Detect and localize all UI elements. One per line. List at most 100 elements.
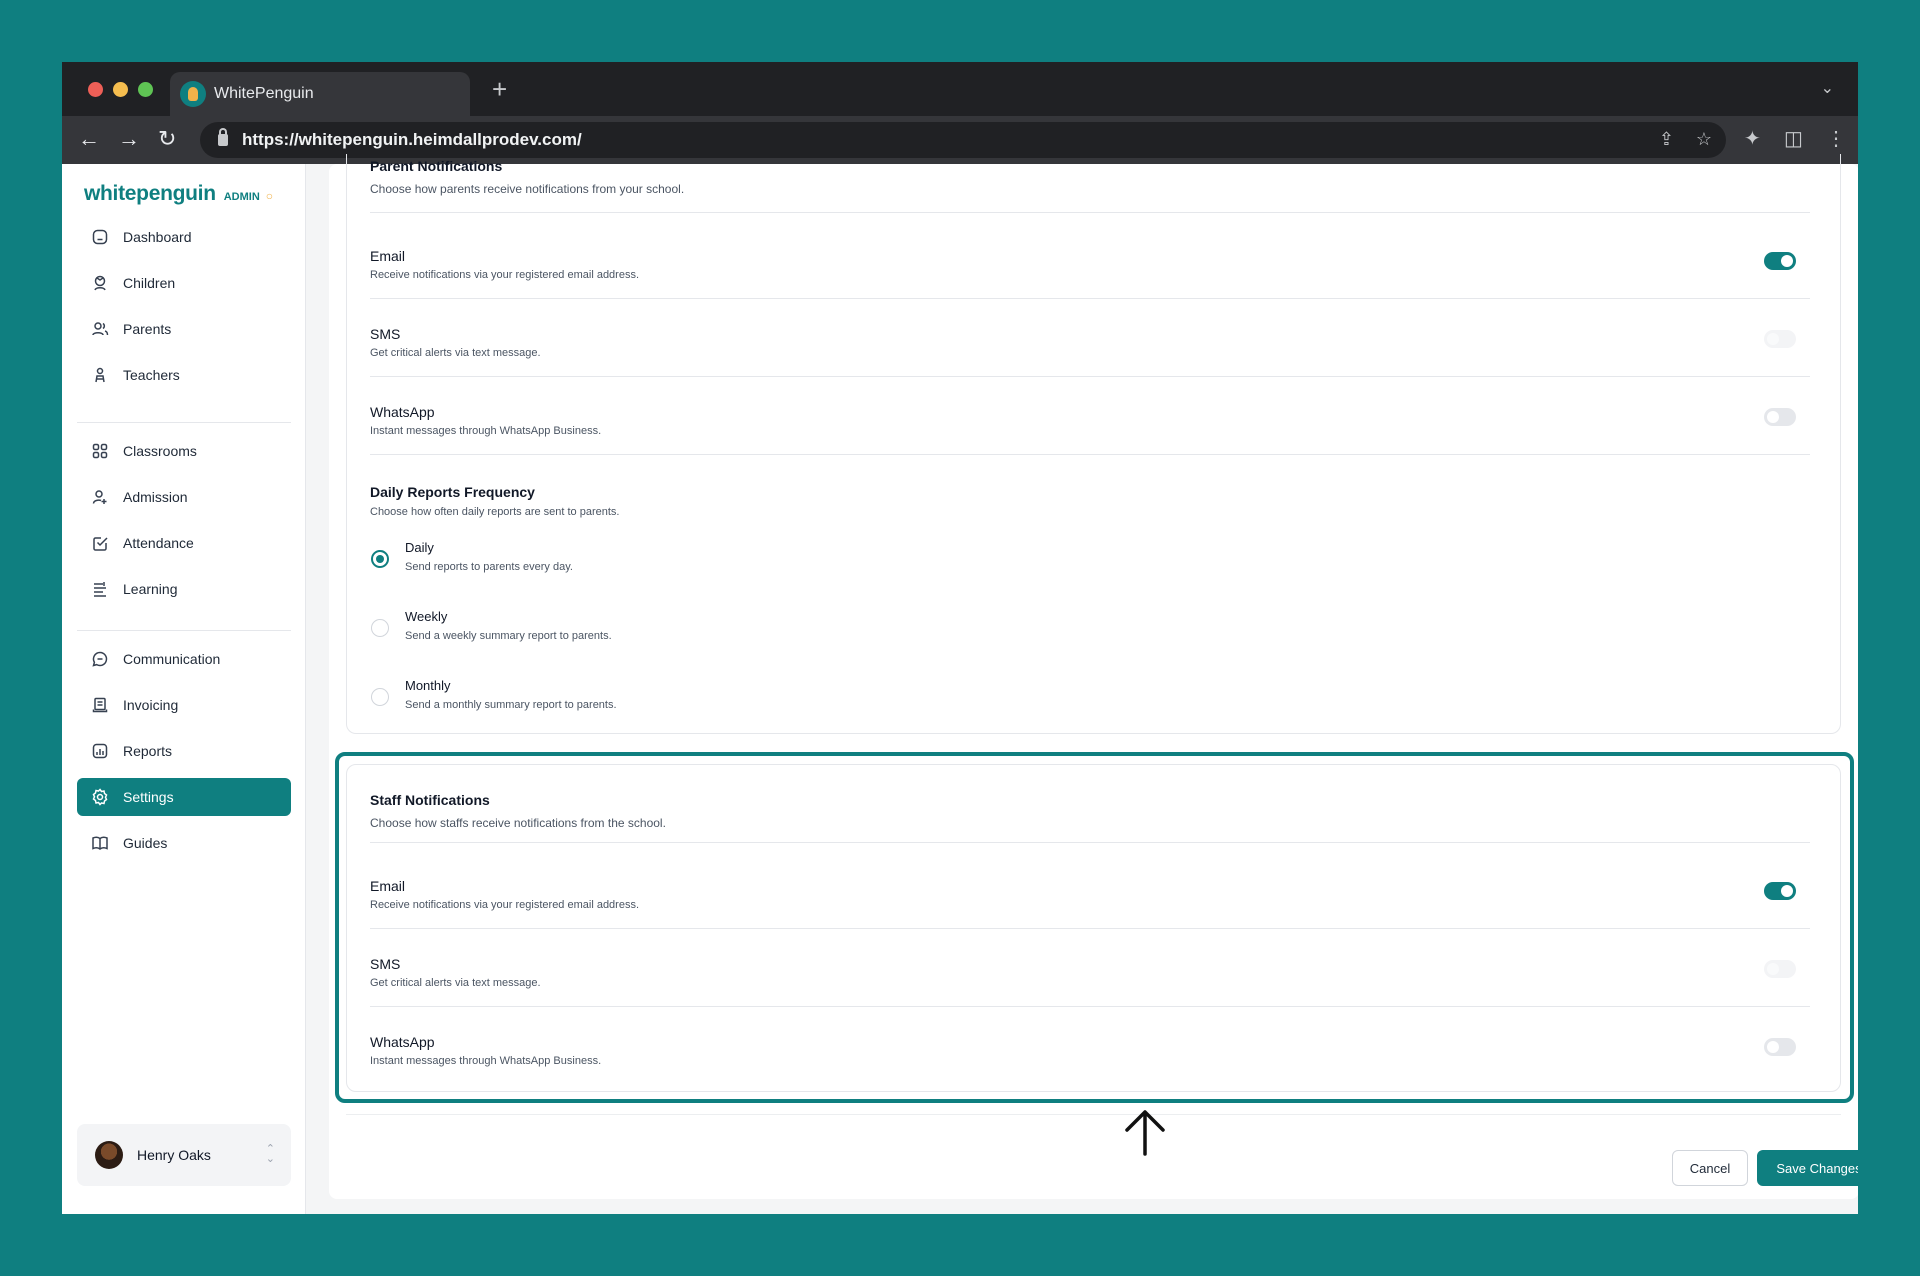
sidebar-item-attendance[interactable]: Attendance xyxy=(77,524,291,562)
close-window-button[interactable] xyxy=(88,82,103,97)
avatar xyxy=(95,1141,123,1169)
chart-icon xyxy=(91,742,109,760)
sidebar-item-label: Settings xyxy=(123,789,174,805)
user-name: Henry Oaks xyxy=(137,1147,211,1163)
sidebar-item-label: Parents xyxy=(123,321,172,337)
reload-icon[interactable]: ↻ xyxy=(158,126,176,152)
gear-icon xyxy=(91,788,109,806)
sidebar-item-classrooms[interactable]: Classrooms xyxy=(77,432,291,470)
maximize-window-button[interactable] xyxy=(138,82,153,97)
sidebar-item-guides[interactable]: Guides xyxy=(77,824,291,862)
new-tab-icon[interactable]: + xyxy=(492,76,507,102)
staff-whatsapp-toggle[interactable] xyxy=(1764,1038,1796,1056)
frequency-daily-description: Send reports to parents every day. xyxy=(405,561,573,573)
divider xyxy=(370,376,1810,377)
invoice-icon xyxy=(91,696,109,714)
daily-reports-frequency-title: Daily Reports Frequency xyxy=(370,484,535,500)
sidebar-item-learning[interactable]: Learning xyxy=(77,570,291,608)
brand-logo[interactable]: whitepenguin ADMIN ○ xyxy=(84,182,273,206)
share-icon[interactable]: ⇪ xyxy=(1659,129,1674,150)
admin-badge-icon: ○ xyxy=(265,189,274,203)
browser-titlebar: WhitePenguin + ⌄ xyxy=(62,62,1858,116)
book-icon xyxy=(91,834,109,852)
sidebar-item-label: Communication xyxy=(123,651,221,667)
sidebar-divider xyxy=(77,630,291,631)
back-arrow-icon[interactable]: ← xyxy=(78,126,100,152)
address-bar[interactable]: https://whitepenguin.heimdallprodev.com/… xyxy=(200,122,1726,158)
settings-main: Parent Notifications Choose how parents … xyxy=(307,154,1858,1214)
frequency-weekly-label: Weekly xyxy=(405,609,448,624)
sidebar-item-label: Teachers xyxy=(123,367,180,383)
sidebar-item-settings[interactable]: Settings xyxy=(77,778,291,816)
frequency-monthly-description: Send a monthly summary report to parents… xyxy=(405,699,617,711)
parent-notifications-title: Parent Notifications xyxy=(370,158,503,174)
tab-search-chevron-icon[interactable]: ⌄ xyxy=(1821,78,1834,98)
parent-whatsapp-toggle[interactable] xyxy=(1764,408,1796,426)
sidebar-item-parents[interactable]: Parents xyxy=(77,310,291,348)
parent-notifications-description: Choose how parents receive notifications… xyxy=(370,182,685,196)
frequency-weekly-radio[interactable] xyxy=(371,619,389,637)
staff-notifications-title: Staff Notifications xyxy=(370,792,490,808)
cancel-button[interactable]: Cancel xyxy=(1672,1150,1748,1186)
parent-whatsapp-description: Instant messages through WhatsApp Busine… xyxy=(370,425,602,437)
tab-title: WhitePenguin xyxy=(214,85,314,102)
frequency-daily-label: Daily xyxy=(405,540,434,555)
forward-arrow-icon[interactable]: → xyxy=(118,126,140,152)
sidebar-item-label: Attendance xyxy=(123,535,194,551)
staff-sms-label: SMS xyxy=(370,956,401,972)
divider xyxy=(370,212,1810,213)
staff-email-toggle[interactable] xyxy=(1764,882,1796,900)
divider xyxy=(370,928,1810,929)
sidebar-item-label: Invoicing xyxy=(123,697,179,713)
parent-email-label: Email xyxy=(370,248,406,264)
footer-divider xyxy=(346,1114,1841,1115)
sidebar-item-label: Guides xyxy=(123,835,168,851)
staff-email-label: Email xyxy=(370,878,406,894)
parent-notifications-card xyxy=(346,154,1841,734)
divider xyxy=(370,298,1810,299)
sidebar-item-reports[interactable]: Reports xyxy=(77,732,291,770)
parent-sms-toggle[interactable] xyxy=(1764,330,1796,348)
sidebar-item-communication[interactable]: Communication xyxy=(77,640,291,678)
check-square-icon xyxy=(91,534,109,552)
browser-tab[interactable]: WhitePenguin xyxy=(170,72,470,116)
lock-icon xyxy=(218,128,228,146)
logo-text: whitepenguin xyxy=(84,182,216,205)
minimize-window-button[interactable] xyxy=(113,82,128,97)
extensions-puzzle-icon[interactable]: ✦ xyxy=(1744,126,1761,152)
parents-icon xyxy=(91,320,109,338)
staff-email-description: Receive notifications via your registere… xyxy=(370,899,640,911)
frequency-monthly-radio[interactable] xyxy=(371,688,389,706)
sidebar-item-children[interactable]: Children xyxy=(77,264,291,302)
frequency-monthly-label: Monthly xyxy=(405,678,451,693)
side-panel-icon[interactable]: ◫ xyxy=(1784,126,1803,152)
sidebar: whitepenguin ADMIN ○ Dashboard Children … xyxy=(62,164,306,1214)
sidebar-item-invoicing[interactable]: Invoicing xyxy=(77,686,291,724)
user-plus-icon xyxy=(91,488,109,506)
chat-icon xyxy=(91,650,109,668)
save-changes-button[interactable]: Save Changes xyxy=(1757,1150,1858,1186)
browser-window: WhitePenguin + ⌄ ← → ↻ https://whitepeng… xyxy=(62,62,1858,1214)
browser-menu-icon[interactable]: ⋮ xyxy=(1826,126,1846,152)
frequency-weekly-description: Send a weekly summary report to parents. xyxy=(405,630,612,642)
parent-sms-label: SMS xyxy=(370,326,401,342)
sidebar-item-label: Learning xyxy=(123,581,178,597)
frequency-daily-radio[interactable] xyxy=(371,550,389,568)
sidebar-item-admission[interactable]: Admission xyxy=(77,478,291,516)
grid-icon xyxy=(91,442,109,460)
learning-icon xyxy=(91,580,109,598)
parent-whatsapp-label: WhatsApp xyxy=(370,404,435,420)
sidebar-item-label: Classrooms xyxy=(123,443,197,459)
sidebar-item-label: Dashboard xyxy=(123,229,192,245)
arrow-up-icon xyxy=(1125,1110,1165,1156)
parent-email-toggle[interactable] xyxy=(1764,252,1796,270)
sidebar-item-teachers[interactable]: Teachers xyxy=(77,356,291,394)
user-menu[interactable]: Henry Oaks ⌃ ⌄ xyxy=(77,1124,291,1186)
staff-whatsapp-label: WhatsApp xyxy=(370,1034,435,1050)
chevron-up-down-icon: ⌃ ⌄ xyxy=(265,1143,275,1165)
bookmark-star-icon[interactable]: ☆ xyxy=(1696,129,1712,150)
staff-sms-toggle[interactable] xyxy=(1764,960,1796,978)
staff-whatsapp-description: Instant messages through WhatsApp Busine… xyxy=(370,1055,602,1067)
penguin-favicon-icon xyxy=(180,81,206,107)
sidebar-item-dashboard[interactable]: Dashboard xyxy=(77,218,291,256)
